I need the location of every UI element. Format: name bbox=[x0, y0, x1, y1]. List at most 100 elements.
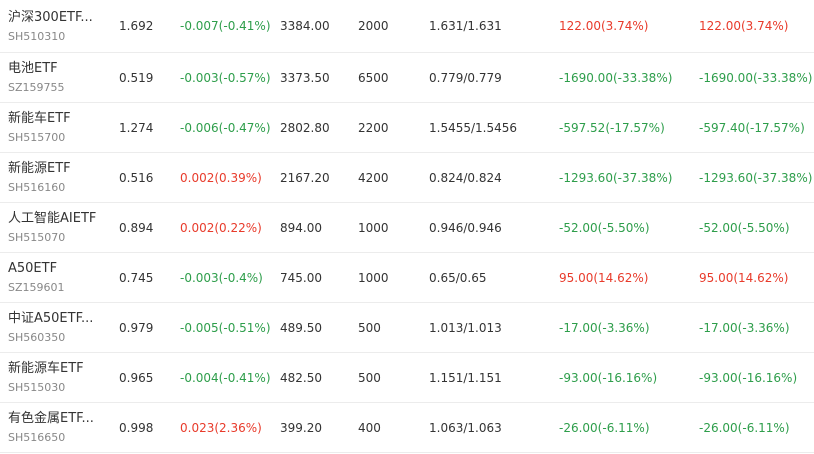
pnl-cell: -1690.00(-33.38%) bbox=[699, 70, 813, 85]
market-value-cell: 894.00 bbox=[280, 220, 322, 235]
pnl-cell: -52.00(-5.50%) bbox=[559, 220, 650, 235]
change-cell: 0.023(2.36%) bbox=[180, 420, 262, 435]
fund-name-cell[interactable]: A50ETF SZ159601 bbox=[8, 253, 65, 302]
pnl-cell: -597.52(-17.57%) bbox=[559, 120, 665, 135]
price-cell: 0.745 bbox=[119, 270, 154, 285]
cost-cell: 0.824/0.824 bbox=[429, 170, 502, 185]
pnl-cell: -26.00(-6.11%) bbox=[699, 420, 790, 435]
table-row[interactable]: 有色金属ETF... SH516650 0.998 0.023(2.36%) 3… bbox=[0, 403, 814, 453]
change-cell: 0.002(0.22%) bbox=[180, 220, 262, 235]
fund-name[interactable]: A50ETF bbox=[8, 260, 57, 277]
price-cell: 1.692 bbox=[119, 19, 154, 33]
fund-code: SH515070 bbox=[8, 231, 66, 244]
quantity-cell: 2200 bbox=[358, 120, 389, 135]
cost-cell: 1.151/1.151 bbox=[429, 370, 502, 385]
fund-name[interactable]: 电池ETF bbox=[8, 60, 58, 77]
pnl-cell: -26.00(-6.11%) bbox=[559, 420, 650, 435]
market-value-cell: 745.00 bbox=[280, 270, 322, 285]
change-cell: -0.005(-0.51%) bbox=[180, 320, 271, 335]
quantity-cell: 500 bbox=[358, 370, 381, 385]
market-value-cell: 3373.50 bbox=[280, 70, 330, 85]
table-row[interactable]: 人工智能AIETF SH515070 0.894 0.002(0.22%) 89… bbox=[0, 203, 814, 253]
market-value-cell: 2167.20 bbox=[280, 170, 330, 185]
pnl-cell: 122.00(3.74%) bbox=[699, 19, 789, 33]
pnl-cell: -93.00(-16.16%) bbox=[559, 370, 658, 385]
change-cell: -0.006(-0.47%) bbox=[180, 120, 271, 135]
holdings-table: 沪深300ETF... SH510310 1.692 -0.007(-0.41%… bbox=[0, 0, 814, 453]
cost-cell: 1.063/1.063 bbox=[429, 420, 502, 435]
fund-code: SZ159601 bbox=[8, 281, 65, 294]
fund-code: SH516650 bbox=[8, 431, 66, 444]
table-row[interactable]: 沪深300ETF... SH510310 1.692 -0.007(-0.41%… bbox=[0, 0, 814, 53]
change-cell: -0.003(-0.4%) bbox=[180, 270, 263, 285]
pnl-cell: -1293.60(-37.38%) bbox=[559, 170, 673, 185]
fund-name[interactable]: 人工智能AIETF bbox=[8, 210, 96, 227]
price-cell: 0.516 bbox=[119, 170, 154, 185]
table-row[interactable]: 新能车ETF SH515700 1.274 -0.006(-0.47%) 280… bbox=[0, 103, 814, 153]
cost-cell: 1.013/1.013 bbox=[429, 320, 502, 335]
market-value-cell: 482.50 bbox=[280, 370, 322, 385]
price-cell: 0.965 bbox=[119, 370, 154, 385]
quantity-cell: 400 bbox=[358, 420, 381, 435]
market-value-cell: 489.50 bbox=[280, 320, 322, 335]
table-row[interactable]: 中证A50ETF... SH560350 0.979 -0.005(-0.51%… bbox=[0, 303, 814, 353]
market-value-cell: 2802.80 bbox=[280, 120, 330, 135]
quantity-cell: 1000 bbox=[358, 220, 389, 235]
fund-code: SH516160 bbox=[8, 181, 66, 194]
table-row[interactable]: 新能源车ETF SH515030 0.965 -0.004(-0.41%) 48… bbox=[0, 353, 814, 403]
change-cell: -0.003(-0.57%) bbox=[180, 70, 271, 85]
cost-cell: 0.779/0.779 bbox=[429, 70, 502, 85]
fund-name[interactable]: 新能源车ETF bbox=[8, 360, 84, 377]
pnl-cell: -1293.60(-37.38%) bbox=[699, 170, 813, 185]
market-value-cell: 399.20 bbox=[280, 420, 322, 435]
fund-code: SH510310 bbox=[8, 29, 66, 43]
pnl-cell: -1690.00(-33.38%) bbox=[559, 70, 673, 85]
cost-cell: 0.65/0.65 bbox=[429, 270, 487, 285]
quantity-cell: 1000 bbox=[358, 270, 389, 285]
quantity-cell: 4200 bbox=[358, 170, 389, 185]
fund-name-cell[interactable]: 新能源车ETF SH515030 bbox=[8, 353, 84, 402]
fund-name[interactable]: 沪深300ETF... bbox=[8, 9, 93, 26]
fund-code: SH560350 bbox=[8, 331, 66, 344]
pnl-cell: 95.00(14.62%) bbox=[559, 270, 649, 285]
fund-code: SH515700 bbox=[8, 131, 66, 144]
fund-name-cell[interactable]: 新能车ETF SH515700 bbox=[8, 103, 71, 152]
fund-name[interactable]: 新能源ETF bbox=[8, 160, 71, 177]
price-cell: 0.894 bbox=[119, 220, 154, 235]
table-row[interactable]: 新能源ETF SH516160 0.516 0.002(0.39%) 2167.… bbox=[0, 153, 814, 203]
quantity-cell: 6500 bbox=[358, 70, 389, 85]
quantity-cell: 2000 bbox=[358, 19, 389, 33]
change-cell: 0.002(0.39%) bbox=[180, 170, 262, 185]
fund-name-cell[interactable]: 新能源ETF SH516160 bbox=[8, 153, 71, 202]
pnl-cell: 122.00(3.74%) bbox=[559, 19, 649, 33]
fund-name[interactable]: 有色金属ETF... bbox=[8, 410, 94, 427]
table-row[interactable]: 电池ETF SZ159755 0.519 -0.003(-0.57%) 3373… bbox=[0, 53, 814, 103]
fund-name-cell[interactable]: 人工智能AIETF SH515070 bbox=[8, 203, 96, 252]
fund-name-cell[interactable]: 电池ETF SZ159755 bbox=[8, 53, 65, 102]
fund-name[interactable]: 新能车ETF bbox=[8, 110, 71, 127]
cost-cell: 1.631/1.631 bbox=[429, 19, 502, 33]
pnl-cell: -52.00(-5.50%) bbox=[699, 220, 790, 235]
fund-name-cell[interactable]: 有色金属ETF... SH516650 bbox=[8, 403, 94, 452]
cost-cell: 1.5455/1.5456 bbox=[429, 120, 518, 135]
pnl-cell: -17.00(-3.36%) bbox=[559, 320, 650, 335]
price-cell: 0.519 bbox=[119, 70, 154, 85]
change-cell: -0.004(-0.41%) bbox=[180, 370, 271, 385]
price-cell: 0.979 bbox=[119, 320, 154, 335]
change-cell: -0.007(-0.41%) bbox=[180, 19, 271, 33]
cost-cell: 0.946/0.946 bbox=[429, 220, 502, 235]
pnl-cell: 95.00(14.62%) bbox=[699, 270, 789, 285]
table-row[interactable]: A50ETF SZ159601 0.745 -0.003(-0.4%) 745.… bbox=[0, 253, 814, 303]
quantity-cell: 500 bbox=[358, 320, 381, 335]
price-cell: 0.998 bbox=[119, 420, 154, 435]
fund-code: SH515030 bbox=[8, 381, 66, 394]
pnl-cell: -597.40(-17.57%) bbox=[699, 120, 805, 135]
fund-name-cell[interactable]: 沪深300ETF... SH510310 bbox=[8, 0, 93, 52]
fund-code: SZ159755 bbox=[8, 81, 65, 94]
price-cell: 1.274 bbox=[119, 120, 154, 135]
market-value-cell: 3384.00 bbox=[280, 19, 330, 33]
fund-name-cell[interactable]: 中证A50ETF... SH560350 bbox=[8, 303, 93, 352]
pnl-cell: -93.00(-16.16%) bbox=[699, 370, 798, 385]
fund-name[interactable]: 中证A50ETF... bbox=[8, 310, 93, 327]
pnl-cell: -17.00(-3.36%) bbox=[699, 320, 790, 335]
